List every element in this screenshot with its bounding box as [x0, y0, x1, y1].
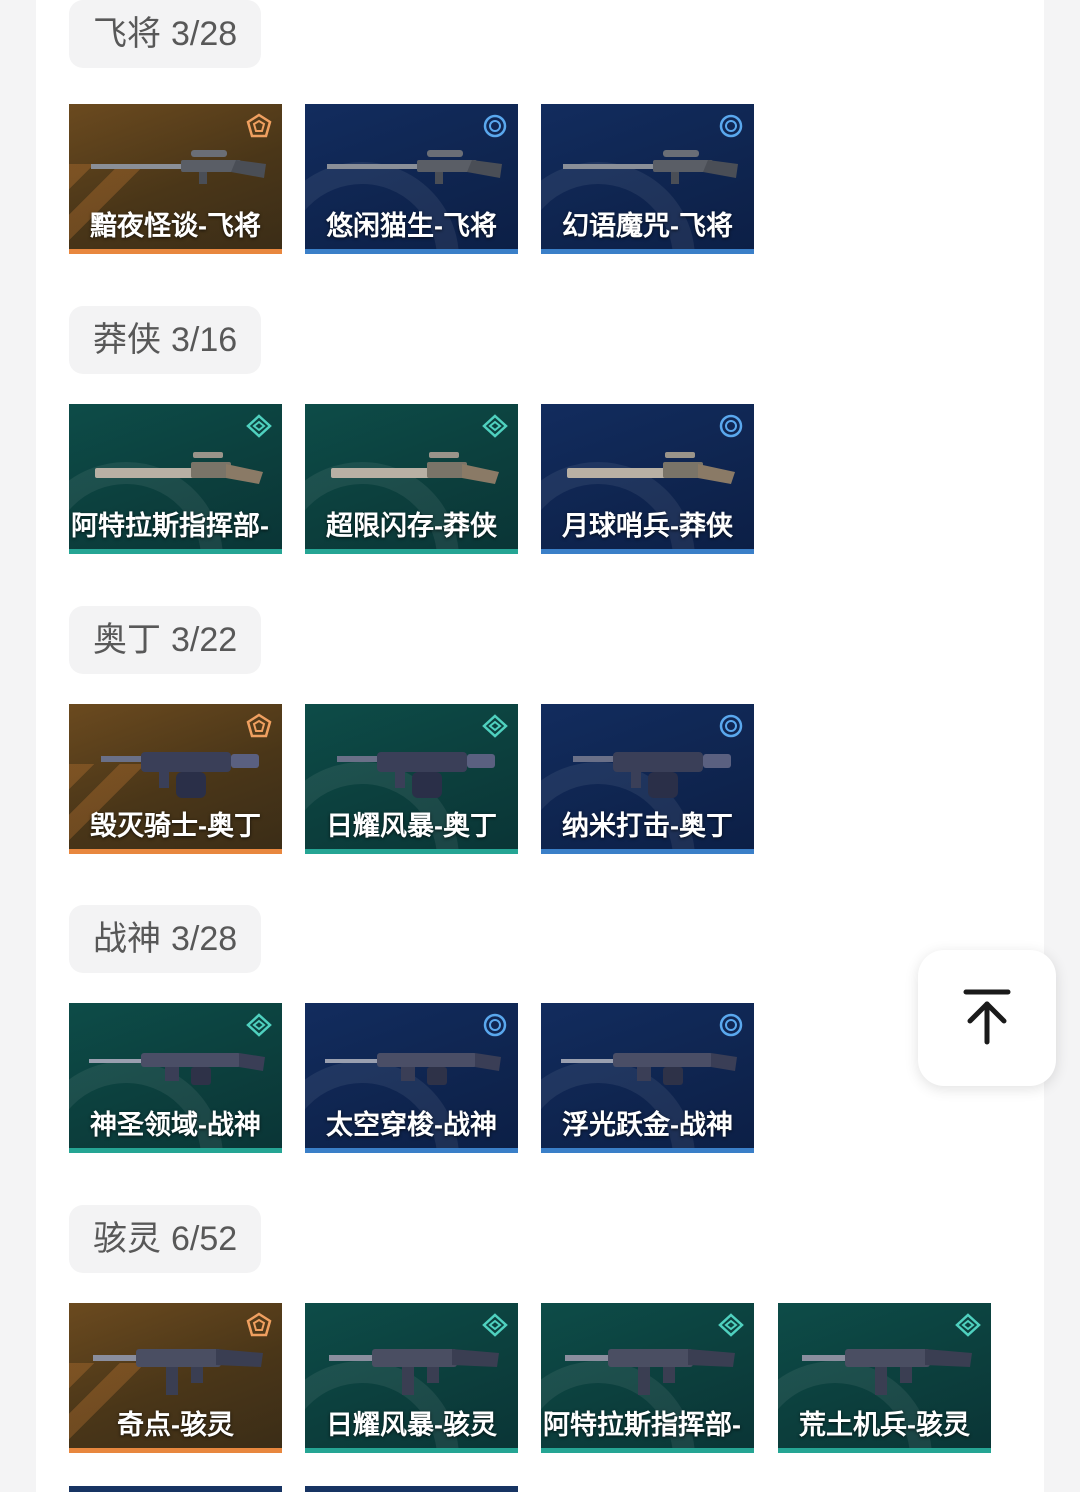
skin-card[interactable]: 奇点-骇灵 [69, 1303, 282, 1453]
smg-image [553, 1333, 743, 1403]
skin-card[interactable]: 超限闪存-莽侠 [305, 404, 518, 554]
sniper-image [81, 134, 271, 204]
heavy-gun-image [317, 734, 507, 804]
section-weapon-name: 战神 [93, 920, 161, 958]
skin-name: 阿特拉斯指挥部- [543, 1410, 741, 1440]
skin-grid: 毁灭骑士-奥丁 日耀风暴-奥丁 纳米打击-奥丁 [69, 704, 999, 854]
section-header: 莽侠 3/16 [69, 306, 262, 374]
skin-card-partial[interactable] [69, 1486, 282, 1492]
section-count: 3/16 [171, 321, 238, 359]
skin-name: 神圣领域-战神 [90, 1110, 261, 1140]
smg-image [81, 1333, 271, 1403]
section-header: 战神 3/28 [69, 905, 262, 973]
skin-card[interactable]: 毁灭骑士-奥丁 [69, 704, 282, 854]
skin-card[interactable]: 浮光跃金-战神 [541, 1003, 754, 1153]
section-header: 奥丁 3/22 [69, 606, 262, 674]
section-weapon-name: 奥丁 [93, 621, 161, 659]
skin-grid: 黯夜怪谈-飞将 悠闲猫生-飞将 幻语魔咒-飞将 [69, 104, 999, 254]
heavy-gun-image [553, 734, 743, 804]
skin-name: 荒土机兵-骇灵 [799, 1410, 970, 1440]
section-count: 6/52 [171, 1220, 238, 1258]
section-weapon-name: 飞将 [93, 15, 161, 53]
skin-name: 太空穿梭-战神 [326, 1110, 497, 1140]
skin-grid: 阿特拉斯指挥部- 超限闪存-莽侠 月球哨兵-莽侠 [69, 404, 999, 554]
skin-card[interactable]: 荒土机兵-骇灵 [778, 1303, 991, 1453]
smg-image [790, 1333, 980, 1403]
skin-card[interactable]: 日耀风暴-奥丁 [305, 704, 518, 854]
lmg-image [553, 1033, 743, 1103]
skin-name: 日耀风暴-奥丁 [326, 811, 497, 841]
skin-name: 黯夜怪谈-飞将 [90, 211, 261, 241]
rifle-image [553, 434, 743, 504]
skin-name: 浮光跃金-战神 [562, 1110, 733, 1140]
sniper-image [317, 134, 507, 204]
lmg-image [81, 1033, 271, 1103]
skin-name: 日耀风暴-骇灵 [326, 1410, 497, 1440]
skin-card[interactable]: 阿特拉斯指挥部- [69, 404, 282, 554]
sniper-image [553, 134, 743, 204]
section-count: 3/28 [171, 15, 238, 53]
skin-name: 月球哨兵-莽侠 [562, 511, 733, 541]
section-weapon-name: 骇灵 [93, 1220, 161, 1258]
rifle-image [81, 434, 271, 504]
smg-image [317, 1333, 507, 1403]
skin-name: 毁灭骑士-奥丁 [90, 811, 261, 841]
skin-card[interactable]: 纳米打击-奥丁 [541, 704, 754, 854]
section-header: 飞将 3/28 [69, 0, 262, 68]
section-header: 骇灵 6/52 [69, 1205, 262, 1273]
skin-card[interactable]: 黯夜怪谈-飞将 [69, 104, 282, 254]
skin-name: 阿特拉斯指挥部- [71, 511, 269, 541]
skin-name: 纳米打击-奥丁 [562, 811, 733, 841]
skin-card[interactable]: 日耀风暴-骇灵 [305, 1303, 518, 1453]
section-count: 3/22 [171, 621, 238, 659]
skin-name: 幻语魔咒-飞将 [562, 211, 733, 241]
heavy-gun-image [81, 734, 271, 804]
skin-name: 超限闪存-莽侠 [326, 511, 497, 541]
skin-name: 奇点-骇灵 [117, 1410, 234, 1440]
section-weapon-name: 莽侠 [93, 321, 161, 359]
rifle-image [317, 434, 507, 504]
lmg-image [317, 1033, 507, 1103]
skin-card-partial[interactable] [305, 1486, 518, 1492]
back-to-top-button[interactable] [918, 950, 1056, 1086]
arrow-up-to-top-icon [963, 989, 1011, 1045]
skin-card[interactable]: 幻语魔咒-飞将 [541, 104, 754, 254]
skin-grid: 奇点-骇灵 日耀风暴-骇灵 阿特拉斯指挥部- 荒土机兵-骇灵 [69, 1303, 999, 1453]
skin-card[interactable]: 太空穿梭-战神 [305, 1003, 518, 1153]
skin-name: 悠闲猫生-飞将 [326, 211, 497, 241]
skin-card[interactable]: 月球哨兵-莽侠 [541, 404, 754, 554]
skin-card[interactable]: 阿特拉斯指挥部- [541, 1303, 754, 1453]
skin-grid: 神圣领域-战神 太空穿梭-战神 浮光跃金-战神 [69, 1003, 999, 1153]
skin-card[interactable]: 神圣领域-战神 [69, 1003, 282, 1153]
section-count: 3/28 [171, 920, 238, 958]
skin-card[interactable]: 悠闲猫生-飞将 [305, 104, 518, 254]
